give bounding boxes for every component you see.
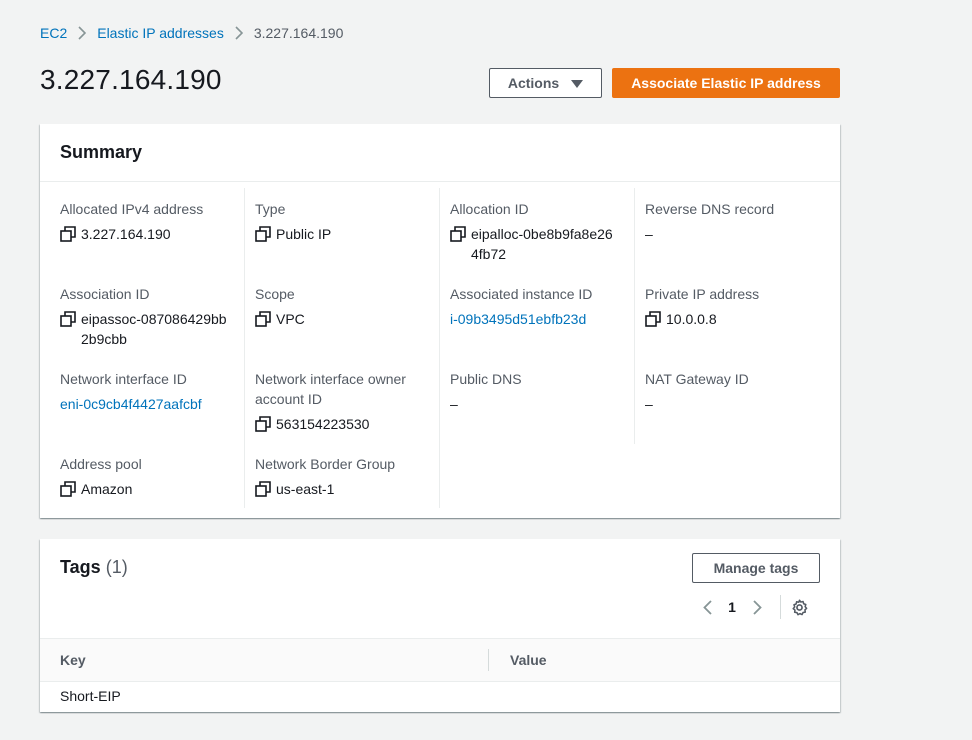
gear-icon[interactable] bbox=[781, 595, 817, 619]
summary-grid: Allocated IPv4 address 3.227.164.190 Typ… bbox=[40, 182, 840, 518]
field-label: Public DNS bbox=[450, 371, 522, 387]
reverse-dns-field: Reverse DNS record – bbox=[645, 199, 815, 244]
network-interface-id-field: Network interface ID eni-0c9cb4f4427aafc… bbox=[60, 369, 230, 414]
field-label: Allocated IPv4 address bbox=[60, 201, 204, 217]
field-value: Public IP bbox=[276, 226, 332, 242]
breadcrumb-current: 3.227.164.190 bbox=[253, 25, 344, 41]
border-group-field: Network Border Group us-east-1 bbox=[255, 454, 425, 499]
copy-icon[interactable] bbox=[60, 481, 76, 497]
breadcrumb-ec2-link[interactable]: EC2 bbox=[40, 25, 67, 41]
field-value: 3.227.164.190 bbox=[81, 226, 171, 242]
field-label: Allocation ID bbox=[450, 201, 529, 217]
field-label: Reverse DNS record bbox=[645, 201, 775, 217]
field-label: Private IP address bbox=[645, 286, 760, 302]
allocated-ipv4-field: Allocated IPv4 address 3.227.164.190 bbox=[60, 199, 230, 244]
field-label: Network interface ID bbox=[60, 371, 187, 387]
private-ip-field: Private IP address 10.0.0.8 bbox=[645, 284, 815, 329]
field-value: – bbox=[450, 396, 458, 412]
chevron-right-icon bbox=[224, 26, 254, 40]
field-value: – bbox=[645, 396, 653, 412]
field-label: Associated instance ID bbox=[450, 286, 593, 302]
summary-panel: Summary Allocated IPv4 address 3.227.164… bbox=[40, 124, 840, 518]
field-label: Association ID bbox=[60, 286, 150, 302]
address-pool-field: Address pool Amazon bbox=[60, 454, 230, 499]
field-value: eipalloc-0be8b9fa8e264fb72 bbox=[471, 226, 613, 262]
field-value: – bbox=[645, 226, 653, 242]
field-value: VPC bbox=[276, 311, 305, 327]
manage-tags-button[interactable]: Manage tags bbox=[692, 553, 820, 583]
copy-icon[interactable] bbox=[60, 311, 76, 327]
column-header-value[interactable]: Value bbox=[510, 639, 547, 681]
associate-elastic-ip-button[interactable]: Associate Elastic IP address bbox=[612, 68, 840, 98]
ni-owner-field: Network interface owner account ID 56315… bbox=[255, 369, 425, 434]
page-number[interactable]: 1 bbox=[722, 599, 742, 615]
tag-key-cell: Short-EIP bbox=[60, 688, 121, 704]
copy-icon[interactable] bbox=[255, 311, 271, 327]
field-value: 563154223530 bbox=[276, 416, 370, 432]
tags-count: (1) bbox=[105, 557, 128, 577]
field-label: Address pool bbox=[60, 456, 142, 472]
copy-icon[interactable] bbox=[645, 311, 661, 327]
allocation-id-field: Allocation ID eipalloc-0be8b9fa8e264fb72 bbox=[450, 199, 620, 264]
actions-dropdown-button[interactable]: Actions bbox=[489, 68, 602, 98]
tags-title: Tags bbox=[60, 557, 101, 577]
breadcrumb-elastic-ip-link[interactable]: Elastic IP addresses bbox=[97, 25, 224, 41]
field-value: eipassoc-087086429bb2b9cbb bbox=[81, 311, 227, 347]
column-divider bbox=[439, 188, 440, 508]
scope-field: Scope VPC bbox=[255, 284, 425, 329]
tags-panel: Tags (1) Manage tags 1 Key Value Short-E… bbox=[40, 539, 840, 712]
column-resizer[interactable] bbox=[488, 649, 489, 671]
summary-header: Summary bbox=[40, 124, 840, 182]
table-row: Short-EIP bbox=[40, 682, 840, 712]
field-value: 10.0.0.8 bbox=[666, 311, 717, 327]
type-field: Type Public IP bbox=[255, 199, 425, 244]
nat-gateway-field: NAT Gateway ID – bbox=[645, 369, 815, 414]
field-value: Amazon bbox=[81, 481, 133, 497]
column-header-key[interactable]: Key bbox=[60, 639, 86, 681]
public-dns-field: Public DNS – bbox=[450, 369, 620, 414]
field-value: us-east-1 bbox=[276, 481, 335, 497]
tags-header: Tags (1) bbox=[60, 557, 128, 578]
column-divider bbox=[244, 188, 245, 508]
tags-table-header: Key Value bbox=[40, 638, 840, 682]
chevron-right-icon bbox=[67, 26, 97, 40]
caret-down-icon bbox=[571, 75, 584, 91]
associated-instance-field: Associated instance ID i-09b3495d51ebfb2… bbox=[450, 284, 620, 329]
copy-icon[interactable] bbox=[60, 226, 76, 242]
field-label: Network Border Group bbox=[255, 456, 396, 472]
instance-id-link[interactable]: i-09b3495d51ebfb23d bbox=[450, 309, 586, 329]
column-divider bbox=[634, 188, 635, 444]
copy-icon[interactable] bbox=[255, 481, 271, 497]
field-label: Type bbox=[255, 201, 286, 217]
association-id-field: Association ID eipassoc-087086429bb2b9cb… bbox=[60, 284, 230, 349]
copy-icon[interactable] bbox=[255, 226, 271, 242]
actions-label: Actions bbox=[507, 75, 560, 91]
breadcrumb: EC2 Elastic IP addresses 3.227.164.190 bbox=[40, 24, 343, 42]
field-label: NAT Gateway ID bbox=[645, 371, 749, 387]
field-label: Scope bbox=[255, 286, 295, 302]
field-label: Network interface owner account ID bbox=[255, 371, 406, 407]
network-interface-link[interactable]: eni-0c9cb4f4427aafcbf bbox=[60, 394, 202, 414]
copy-icon[interactable] bbox=[450, 226, 466, 242]
chevron-left-icon[interactable] bbox=[692, 595, 722, 619]
pagination: 1 bbox=[692, 595, 817, 619]
summary-title: Summary bbox=[60, 142, 143, 162]
chevron-right-icon[interactable] bbox=[742, 595, 772, 619]
page-title: 3.227.164.190 bbox=[40, 64, 222, 95]
copy-icon[interactable] bbox=[255, 416, 271, 432]
